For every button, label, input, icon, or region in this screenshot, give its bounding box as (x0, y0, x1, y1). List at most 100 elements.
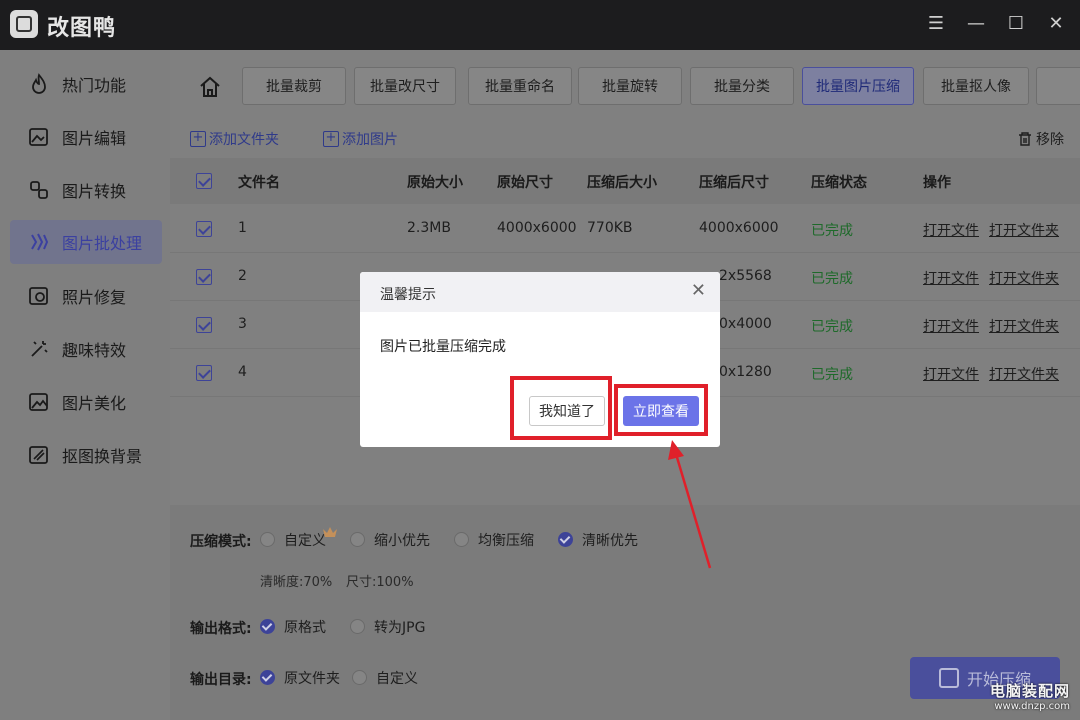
file-toolbar: + 添加文件夹 + 添加图片 移除 (170, 120, 1080, 156)
dir-original-radio[interactable] (260, 670, 275, 685)
feature-tabs: 批量裁剪 批量改尺寸 批量重命名 批量旋转 批量分类 批量图片压缩 批量抠人像 (170, 50, 1080, 120)
photo-repair-icon (29, 287, 48, 305)
dialog-message: 图片已批量压缩完成 (380, 339, 506, 355)
dialog-title: 温馨提示 (380, 287, 436, 303)
tab-batch-compress[interactable]: 批量图片压缩 (802, 67, 914, 105)
sidebar-item-batch[interactable]: 图片批处理 (10, 220, 162, 264)
watermark: 电脑装配网 www.dnzp.com (990, 680, 1070, 712)
maximize-icon[interactable]: ☐ (1006, 14, 1026, 34)
cell-new-dim: 4000x6000 (699, 220, 779, 236)
sidebar-item-label: 图片转换 (62, 182, 127, 201)
sidebar-item-photo-repair[interactable]: 照片修复 (10, 274, 162, 318)
mode-clarity-label: 清晰优先 (582, 533, 638, 549)
dir-custom-radio[interactable] (352, 670, 367, 685)
col-status: 压缩状态 (811, 175, 867, 191)
row-checkbox[interactable] (196, 221, 212, 237)
add-folder-label: 添加文件夹 (209, 132, 279, 148)
open-file-link[interactable]: 打开文件 (923, 364, 979, 384)
sidebar-item-label: 照片修复 (62, 288, 127, 307)
convert-icon (30, 181, 48, 199)
sidebar-item-label: 图片批处理 (62, 234, 143, 253)
sidebar-item-label: 图片编辑 (62, 129, 127, 148)
open-folder-link[interactable]: 打开文件夹 (989, 316, 1059, 336)
open-file-link[interactable]: 打开文件 (923, 220, 979, 240)
remove-label: 移除 (1036, 132, 1064, 148)
mode-shrink-radio[interactable] (350, 532, 365, 547)
home-icon[interactable] (198, 75, 222, 99)
cell-new-size: 770KB (587, 220, 633, 236)
size-value: 尺寸:100% (346, 575, 414, 590)
format-jpg-radio[interactable] (350, 619, 365, 634)
tab-more[interactable] (1036, 67, 1080, 105)
format-label: 输出格式: (190, 621, 252, 637)
col-orig-size: 原始大小 (407, 175, 463, 191)
format-original-radio[interactable] (260, 619, 275, 634)
batch-icon (31, 233, 49, 251)
open-folder-link[interactable]: 打开文件夹 (989, 364, 1059, 384)
mode-balance-radio[interactable] (454, 532, 469, 547)
tab-batch-portrait-cutout[interactable]: 批量抠人像 (923, 67, 1029, 105)
mode-label: 压缩模式: (190, 534, 252, 550)
sidebar-item-label: 抠图换背景 (62, 447, 143, 466)
close-icon[interactable]: ✕ (1046, 14, 1066, 34)
open-folder-link[interactable]: 打开文件夹 (989, 220, 1059, 240)
add-folder-icon: + (190, 131, 206, 147)
sidebar: 热门功能 图片编辑 图片转换 图片批处理 照片修复 趣味特效 图片美化 抠图换背… (0, 50, 170, 720)
cell-status: 已完成 (811, 367, 853, 383)
vip-crown-icon (323, 527, 337, 537)
remove-button[interactable]: 移除 (1017, 129, 1064, 149)
row-checkbox[interactable] (196, 365, 212, 381)
table-header: 文件名 原始大小 原始尺寸 压缩后大小 压缩后尺寸 压缩状态 操作 (170, 158, 1080, 204)
tab-batch-rotate[interactable]: 批量旋转 (578, 67, 682, 105)
trash-icon (1019, 132, 1031, 146)
sidebar-item-effects[interactable]: 趣味特效 (10, 327, 162, 371)
cell-filename: 1 (238, 220, 247, 236)
sidebar-item-beautify[interactable]: 图片美化 (10, 380, 162, 424)
col-orig-dim: 原始尺寸 (497, 175, 553, 191)
beautify-icon (29, 393, 48, 411)
open-file-link[interactable]: 打开文件 (923, 268, 979, 288)
mode-custom-radio[interactable] (260, 532, 275, 547)
sidebar-item-label: 热门功能 (62, 76, 127, 95)
row-checkbox[interactable] (196, 269, 212, 285)
open-file-link[interactable]: 打开文件 (923, 316, 979, 336)
image-edit-icon (29, 128, 48, 146)
col-new-size: 压缩后大小 (587, 175, 657, 191)
cell-status: 已完成 (811, 271, 853, 287)
tab-batch-rename[interactable]: 批量重命名 (468, 67, 572, 105)
format-original-label: 原格式 (284, 620, 326, 636)
dir-label: 输出目录: (190, 672, 252, 688)
cell-new-dim: 2x5568 (719, 268, 772, 284)
row-checkbox[interactable] (196, 317, 212, 333)
sidebar-item-label: 图片美化 (62, 394, 127, 413)
cell-new-dim: 0x1280 (719, 364, 772, 380)
tab-batch-crop[interactable]: 批量裁剪 (242, 67, 346, 105)
tab-batch-classify[interactable]: 批量分类 (690, 67, 794, 105)
sidebar-item-convert[interactable]: 图片转换 (10, 168, 162, 212)
menu-icon[interactable]: ☰ (926, 14, 946, 34)
add-image-button[interactable]: + 添加图片 (323, 129, 398, 149)
cell-new-dim: 0x4000 (719, 316, 772, 332)
tab-batch-resize[interactable]: 批量改尺寸 (354, 67, 456, 105)
open-folder-link[interactable]: 打开文件夹 (989, 268, 1059, 288)
mode-shrink-label: 缩小优先 (374, 533, 430, 549)
compress-settings: 压缩模式: 自定义 缩小优先 均衡压缩 清晰优先 清晰度:70% 尺寸:100%… (170, 505, 1080, 720)
select-all-checkbox[interactable] (196, 173, 212, 189)
magic-wand-icon (31, 341, 48, 357)
add-image-icon: + (323, 131, 339, 147)
add-folder-button[interactable]: + 添加文件夹 (190, 129, 279, 149)
col-new-dim: 压缩后尺寸 (699, 175, 769, 191)
watermark-url: www.dnzp.com (994, 701, 1070, 712)
annotation-arrow-icon (668, 440, 712, 569)
sidebar-item-cutout[interactable]: 抠图换背景 (10, 433, 162, 477)
cell-filename: 2 (238, 268, 247, 284)
mode-custom-label: 自定义 (284, 533, 326, 549)
minimize-icon[interactable]: — (966, 14, 986, 34)
flame-icon (32, 73, 46, 94)
dialog-close-icon[interactable]: ✕ (691, 282, 706, 300)
dir-original-label: 原文件夹 (284, 671, 340, 687)
sidebar-item-image-edit[interactable]: 图片编辑 (10, 115, 162, 159)
sidebar-item-hot[interactable]: 热门功能 (10, 62, 162, 106)
highlight-box-ack (510, 376, 612, 440)
mode-clarity-radio[interactable] (558, 532, 573, 547)
